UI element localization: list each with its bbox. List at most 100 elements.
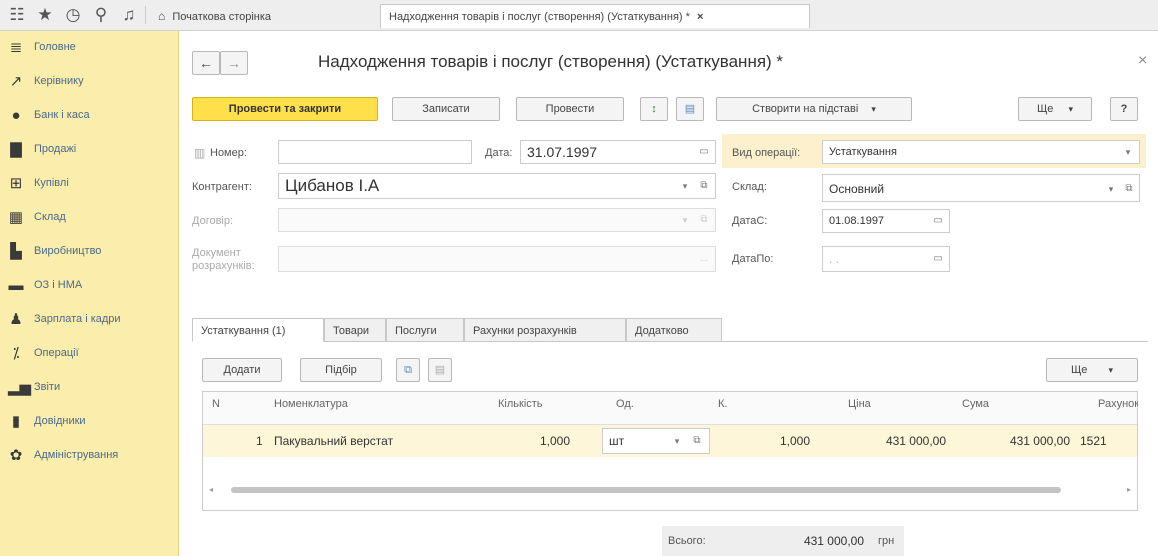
scrollbar[interactable]: ◂ ▸ bbox=[203, 485, 1137, 495]
col-header-n[interactable]: N bbox=[212, 398, 220, 410]
settlement-doc-label-line: розрахунків: bbox=[192, 260, 255, 272]
scrollbar-thumb[interactable] bbox=[231, 487, 1061, 493]
save-button[interactable]: Записати bbox=[392, 97, 500, 121]
sidebar-item-fixed-assets[interactable]: ▬ ОЗ і НМА bbox=[0, 269, 178, 303]
cell-sum[interactable]: 431 000,00 bbox=[964, 434, 1070, 448]
more-label: Ще bbox=[1070, 364, 1088, 376]
chevron-down-icon[interactable]: ▾ bbox=[1103, 181, 1119, 197]
sidebar-item-main[interactable]: ≣ Головне bbox=[0, 31, 178, 65]
total-label: Всього: bbox=[668, 535, 706, 547]
cell-qty[interactable]: 1,000 bbox=[500, 434, 570, 448]
open-link-icon[interactable]: ⧉ bbox=[696, 178, 712, 194]
col-header-unit[interactable]: Од. bbox=[616, 398, 634, 410]
chevron-down-icon[interactable]: ▾ bbox=[1120, 144, 1136, 160]
sidebar-item-operations[interactable]: ⁒ Операції bbox=[0, 337, 178, 371]
col-header-item[interactable]: Номенклатура bbox=[274, 398, 348, 410]
tab-goods[interactable]: Товари bbox=[324, 318, 386, 342]
document-icon[interactable]: ▤ bbox=[676, 97, 704, 121]
sidebar-item-warehouse[interactable]: ▦ Склад bbox=[0, 201, 178, 235]
dt-kt-icon[interactable]: ↕ bbox=[640, 97, 668, 121]
sidebar-item-label: Продажі bbox=[34, 143, 77, 155]
more-button[interactable]: Ще ▾ bbox=[1018, 97, 1092, 121]
chevron-down-icon[interactable]: ▾ bbox=[677, 178, 693, 194]
number-field[interactable] bbox=[278, 140, 472, 164]
open-link-icon[interactable]: ⧉ bbox=[689, 433, 705, 449]
cell-price[interactable]: 431 000,00 bbox=[846, 434, 946, 448]
scroll-left-icon[interactable]: ◂ bbox=[209, 485, 213, 494]
help-button[interactable]: ? bbox=[1110, 97, 1138, 121]
sidebar-item-reports[interactable]: ▂▅ Звіти bbox=[0, 371, 178, 405]
ellipsis-icon: ... bbox=[699, 253, 709, 264]
sidebar-item-purchases[interactable]: ⊞ Купівлі bbox=[0, 167, 178, 201]
sidebar-item-catalogs[interactable]: ▮ Довідники bbox=[0, 405, 178, 439]
op-type-label: Вид операції: bbox=[732, 147, 801, 159]
star-icon[interactable]: ★ bbox=[34, 4, 56, 26]
tab-settlement-accounts[interactable]: Рахунки розрахунків bbox=[464, 318, 626, 342]
create-based-on-button[interactable]: Створити на підставі ▾ bbox=[716, 97, 912, 121]
warehouse-field[interactable]: Основний ▾ ⧉ bbox=[822, 174, 1140, 202]
paste-icon[interactable]: ▤ bbox=[428, 358, 452, 382]
sidebar-item-manager[interactable]: ↗ Керівнику bbox=[0, 65, 178, 99]
open-link-icon[interactable]: ⧉ bbox=[1121, 181, 1137, 197]
date-to-field[interactable]: . . ▭ bbox=[822, 246, 950, 272]
grid-icon[interactable]: ☷ bbox=[6, 4, 28, 26]
history-icon[interactable]: ◷ bbox=[62, 4, 84, 26]
barcode-icon[interactable]: ▥ bbox=[194, 146, 205, 160]
sidebar-item-production[interactable]: ▙ Виробництво bbox=[0, 235, 178, 269]
nav-back-button[interactable]: ← bbox=[192, 51, 220, 75]
calendar-icon[interactable]: ▭ bbox=[696, 144, 712, 160]
menu-lines-icon: ≣ bbox=[9, 39, 23, 56]
nav-forward-button[interactable]: → bbox=[220, 51, 248, 75]
sidebar-item-label: Зарплата і кадри bbox=[34, 313, 121, 325]
tab-equipment[interactable]: Устаткування (1) bbox=[192, 318, 324, 342]
unit-editor[interactable]: шт ▾ ⧉ bbox=[602, 428, 710, 454]
counterparty-field[interactable]: Цибанов І.А ▾ ⧉ bbox=[278, 173, 716, 199]
tab-active-document[interactable]: Надходження товарів і послуг (створення)… bbox=[380, 4, 810, 28]
tab-services[interactable]: Послуги bbox=[386, 318, 464, 342]
chevron-down-icon: ▾ bbox=[1068, 104, 1074, 114]
calendar-icon[interactable]: ▭ bbox=[930, 213, 946, 229]
date-from-field[interactable]: 01.08.1997 ▭ bbox=[822, 209, 950, 233]
home-icon: ⌂ bbox=[158, 9, 166, 23]
add-button[interactable]: Додати bbox=[202, 358, 282, 382]
cell-k[interactable]: 1,000 bbox=[740, 434, 810, 448]
sidebar-item-label: Довідники bbox=[34, 415, 86, 427]
tab-home[interactable]: ⌂ Початкова сторінка bbox=[150, 4, 378, 28]
cell-account[interactable]: 1521 bbox=[1080, 434, 1107, 448]
pick-button[interactable]: Підбір bbox=[300, 358, 382, 382]
sidebar-item-label: Купівлі bbox=[34, 177, 69, 189]
copy-icon[interactable]: ⧉ bbox=[396, 358, 420, 382]
sidebar-item-label: Виробництво bbox=[34, 245, 102, 257]
create-based-on-label: Створити на підставі bbox=[752, 103, 859, 115]
chevron-down-icon[interactable]: ▾ bbox=[669, 433, 685, 449]
date-to-value: . . bbox=[829, 252, 840, 266]
calendar-icon[interactable]: ▭ bbox=[930, 251, 946, 267]
tab-home-label: Початкова сторінка bbox=[172, 11, 272, 23]
search-icon[interactable]: ⚲ bbox=[90, 4, 112, 26]
col-header-price[interactable]: Ціна bbox=[848, 398, 871, 410]
sidebar-item-sales[interactable]: ▇ Продажі bbox=[0, 133, 178, 167]
book-icon: ▮ bbox=[11, 413, 21, 430]
col-header-qty[interactable]: Кількість bbox=[498, 398, 543, 410]
sidebar-item-bank[interactable]: ● Банк і каса bbox=[0, 99, 178, 133]
open-link-icon: ⧉ bbox=[700, 214, 708, 225]
col-header-k[interactable]: К. bbox=[718, 398, 727, 410]
bag-icon: ▇ bbox=[10, 141, 22, 158]
post-button[interactable]: Провести bbox=[516, 97, 624, 121]
bell-icon[interactable]: ♫ bbox=[118, 4, 140, 26]
sidebar-item-admin[interactable]: ✿ Адміністрування bbox=[0, 439, 178, 473]
date-field[interactable]: 31.07.1997 ▭ bbox=[520, 140, 716, 164]
gear-icon: ✿ bbox=[9, 447, 23, 464]
tab-additional[interactable]: Додатково bbox=[626, 318, 722, 342]
scroll-right-icon[interactable]: ▸ bbox=[1127, 485, 1131, 494]
post-and-close-button[interactable]: Провести та закрити bbox=[192, 97, 378, 121]
page-title: Надходження товарів і послуг (створення)… bbox=[318, 52, 784, 71]
close-icon[interactable]: × bbox=[1138, 52, 1147, 70]
tab-close-icon[interactable]: × bbox=[697, 11, 703, 23]
cell-item[interactable]: Пакувальний верстат bbox=[274, 434, 393, 448]
col-header-sum[interactable]: Сума bbox=[962, 398, 989, 410]
op-type-select[interactable]: Устаткування ▾ bbox=[822, 140, 1140, 164]
table-more-button[interactable]: Ще ▾ bbox=[1046, 358, 1138, 382]
sidebar-item-payroll[interactable]: ♟ Зарплата і кадри bbox=[0, 303, 178, 337]
col-header-account[interactable]: Рахунок bbox=[1098, 398, 1138, 410]
